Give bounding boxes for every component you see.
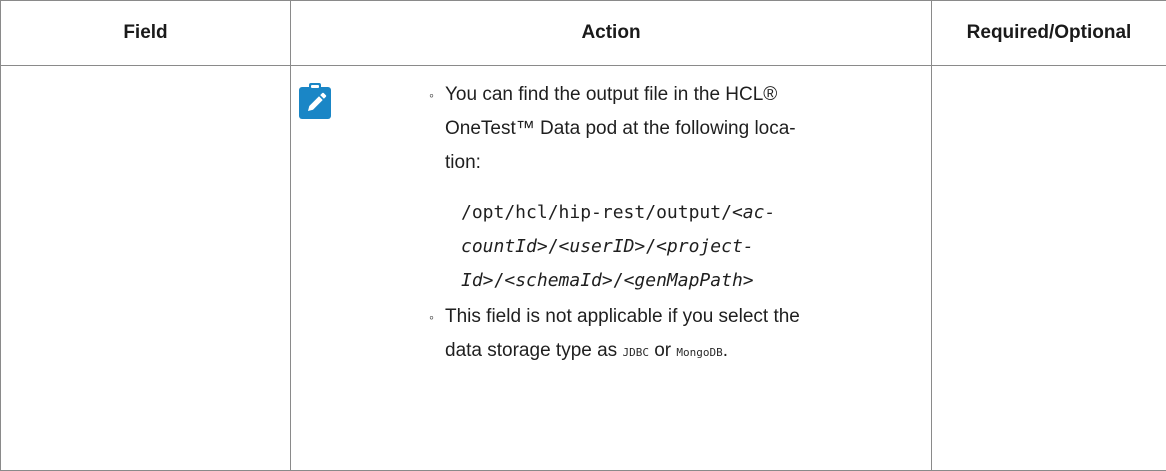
header-field: Field bbox=[0, 0, 291, 66]
bullet2-line1: This field is not applicable if you sele… bbox=[445, 306, 800, 327]
required-cell bbox=[931, 65, 1166, 471]
path-sep: / bbox=[493, 270, 505, 291]
bullet1-line2: OneTest™ Data pod at the following loca- bbox=[445, 118, 796, 139]
path-var-schemaid: <schemaId> bbox=[504, 270, 613, 291]
bullet1-line1: You can find the output file in the HCL® bbox=[445, 84, 778, 105]
bullet-marker: ◦ bbox=[429, 309, 434, 325]
path-sep: / bbox=[612, 270, 624, 291]
path-var-project-end: Id> bbox=[461, 270, 494, 291]
header-action: Action bbox=[290, 0, 932, 66]
note-bullet-output-location: ◦ You can find the output file in the HC… bbox=[429, 78, 923, 298]
bullet1-line3: tion: bbox=[445, 152, 481, 173]
note-bullet-not-applicable: ◦ This field is not applicable if you se… bbox=[429, 300, 923, 370]
bullet2-end: . bbox=[722, 340, 729, 361]
path-var-account-start: <ac- bbox=[731, 202, 776, 223]
path-var-genmappath: <genMapPath> bbox=[623, 270, 754, 291]
pencil-note-icon bbox=[299, 83, 331, 119]
note-content: ◦ You can find the output file in the HC… bbox=[429, 66, 923, 370]
table-header-row: Field Action Required/Optional bbox=[0, 0, 1166, 66]
path-sep: / bbox=[547, 236, 559, 257]
path-plain: /opt/hcl/hip-rest/output/ bbox=[461, 202, 732, 223]
parameters-table: Field Action Required/Optional ◦ You can bbox=[0, 0, 1166, 471]
field-cell bbox=[0, 65, 291, 471]
header-required-optional: Required/Optional bbox=[931, 0, 1166, 66]
bullet-marker: ◦ bbox=[429, 87, 434, 103]
path-var-userid: <userID> bbox=[558, 236, 646, 257]
path-sep: / bbox=[645, 236, 657, 257]
code-mongodb: MongoDB bbox=[676, 346, 723, 359]
code-jdbc: JDBC bbox=[622, 346, 649, 359]
path-var-project-start: <project- bbox=[656, 236, 754, 257]
bullet2-or: or bbox=[648, 340, 677, 361]
action-cell: ◦ You can find the output file in the HC… bbox=[290, 65, 932, 471]
output-path: /opt/hcl/hip-rest/output/<ac- countId>/<… bbox=[461, 196, 923, 298]
bullet2-line2-pre: data storage type as bbox=[445, 340, 623, 361]
table-row: ◦ You can find the output file in the HC… bbox=[0, 65, 1166, 471]
path-var-account-end: countId> bbox=[461, 236, 548, 257]
